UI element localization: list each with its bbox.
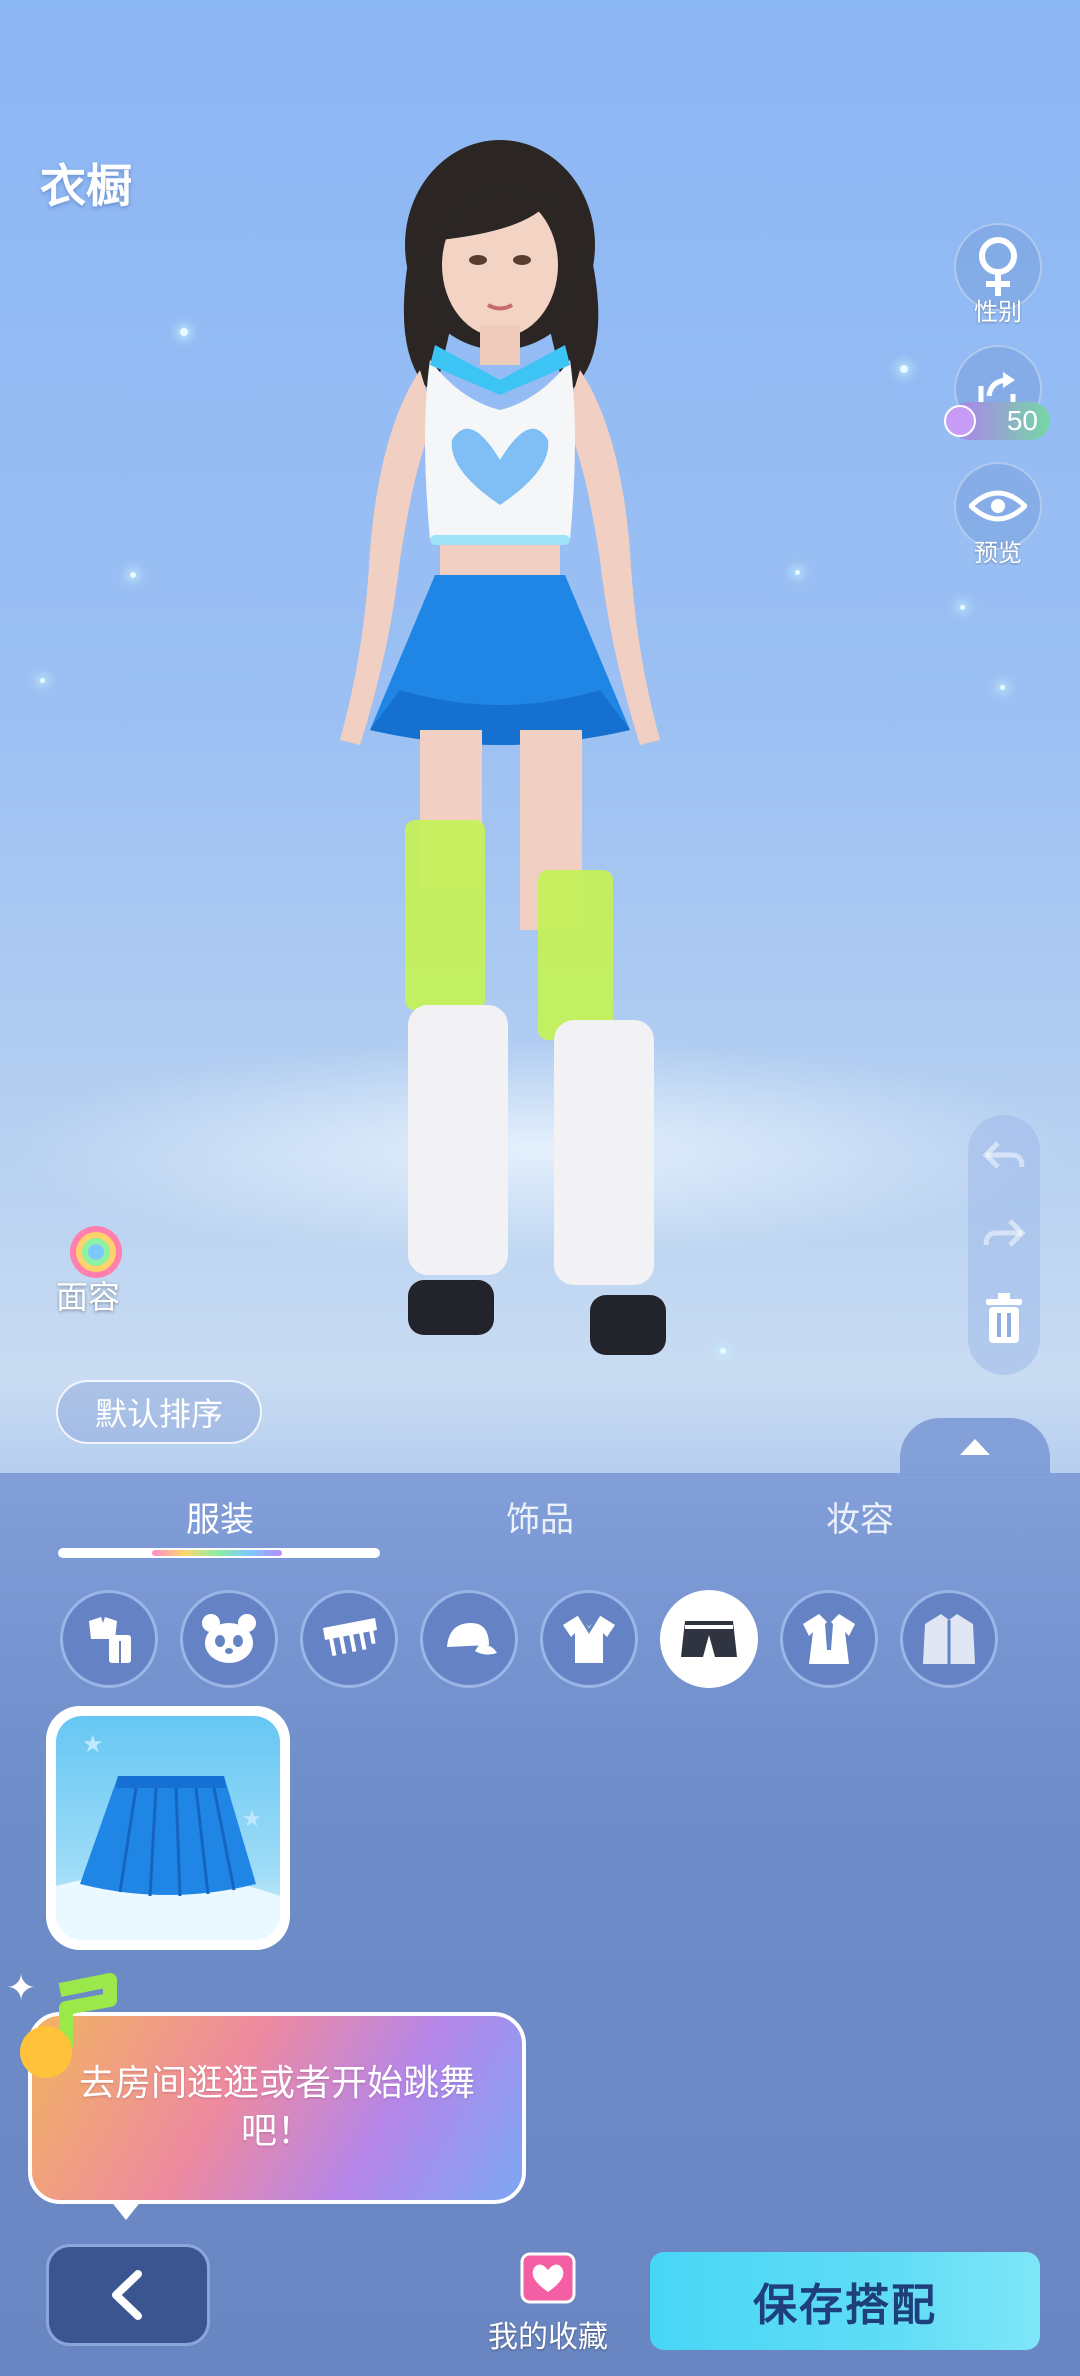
heart-bookmark-icon bbox=[520, 2252, 576, 2304]
sparkle bbox=[1000, 685, 1005, 690]
face-label[interactable]: 面容 bbox=[56, 1272, 120, 1318]
edit-actions-panel bbox=[968, 1115, 1040, 1375]
gender-label: 性别 bbox=[974, 298, 1022, 326]
tab-clothing[interactable]: 服装 bbox=[120, 1492, 320, 1541]
item-thumbnail: ★ ★ bbox=[56, 1716, 280, 1940]
avatar-figure[interactable] bbox=[270, 130, 730, 1380]
trash-icon[interactable] bbox=[984, 1293, 1024, 1345]
cap-icon bbox=[447, 1623, 497, 1655]
chevron-left-icon bbox=[112, 2270, 142, 2320]
category-dresses[interactable] bbox=[780, 1590, 878, 1688]
face-rainbow-icon[interactable] bbox=[56, 1222, 136, 1278]
outfit-set-icon bbox=[89, 1617, 131, 1663]
shorts-icon bbox=[681, 1621, 737, 1657]
category-hats[interactable] bbox=[420, 1590, 518, 1688]
sparkle bbox=[960, 605, 965, 610]
share-reward-badge: 50 bbox=[944, 402, 1050, 440]
item-card-blue-skirt[interactable]: ★ ★ bbox=[46, 1706, 290, 1950]
female-gender-icon bbox=[979, 237, 1017, 296]
tab-makeup[interactable]: 妆容 bbox=[760, 1492, 960, 1541]
category-panda[interactable] bbox=[180, 1590, 278, 1688]
panda-icon bbox=[202, 1614, 256, 1663]
music-note-icon: ✦ bbox=[6, 1968, 117, 2078]
suit-icon bbox=[803, 1614, 855, 1664]
tab-accessories[interactable]: 饰品 bbox=[440, 1492, 640, 1541]
sparkle bbox=[900, 365, 908, 373]
sparkle bbox=[180, 328, 188, 336]
diamond-icon bbox=[944, 405, 976, 437]
category-outfit-set[interactable] bbox=[60, 1590, 158, 1688]
blue-pleated-skirt-icon: ★ ★ bbox=[56, 1730, 280, 1940]
comb-icon bbox=[323, 1618, 377, 1657]
wardrobe-tabs: 服装 饰品 妆容 bbox=[0, 1492, 1080, 1552]
favorites-button[interactable]: 我的收藏 bbox=[478, 2252, 618, 2356]
redo-icon[interactable] bbox=[982, 1215, 1026, 1255]
category-outerwear[interactable] bbox=[900, 1590, 998, 1688]
share-reward-value: 50 bbox=[1006, 405, 1038, 436]
undo-icon[interactable] bbox=[982, 1137, 1026, 1177]
svg-text:★: ★ bbox=[242, 1807, 262, 1832]
category-tops[interactable] bbox=[540, 1590, 638, 1688]
eye-icon bbox=[969, 490, 1027, 522]
shirt-icon bbox=[563, 1614, 615, 1663]
avatar-scene: 衣橱 性别 50 预览 面容 默认排序 bbox=[0, 0, 1080, 1470]
save-outfit-button[interactable]: 保存搭配 bbox=[650, 2252, 1040, 2350]
chevron-up-icon bbox=[960, 1439, 990, 1455]
svg-text:★: ★ bbox=[82, 1730, 104, 1758]
preview-label: 预览 bbox=[974, 539, 1022, 567]
collapse-panel-button[interactable] bbox=[900, 1418, 1050, 1476]
jacket-icon bbox=[923, 1614, 975, 1664]
sparkle bbox=[130, 572, 136, 578]
category-hair[interactable] bbox=[300, 1590, 398, 1688]
sparkle bbox=[40, 678, 45, 683]
page-title: 衣橱 bbox=[40, 159, 132, 213]
back-button[interactable] bbox=[46, 2244, 210, 2346]
svg-text:✦: ✦ bbox=[6, 1968, 36, 2009]
category-bottoms[interactable] bbox=[660, 1590, 758, 1688]
sparkle bbox=[795, 570, 800, 575]
sort-button[interactable]: 默认排序 bbox=[56, 1380, 262, 1444]
category-row bbox=[60, 1590, 1020, 1690]
tip-bubble-tail bbox=[110, 2200, 142, 2220]
active-tab-indicator bbox=[58, 1548, 380, 1558]
favorites-label: 我的收藏 bbox=[488, 2320, 608, 2355]
